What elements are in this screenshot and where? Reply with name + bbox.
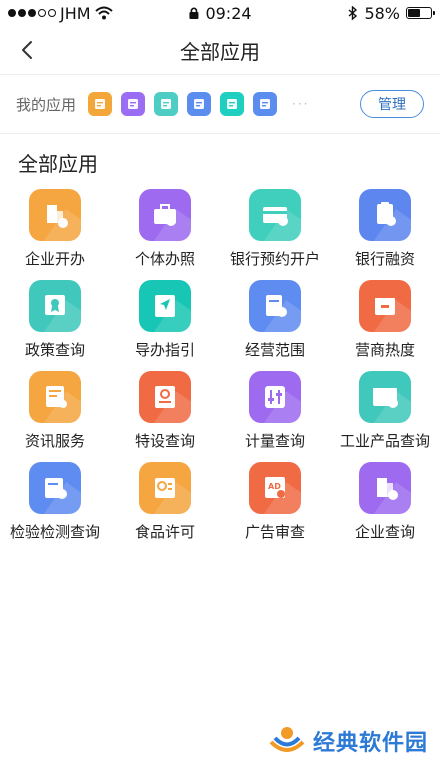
app-item[interactable]: 资讯服务 — [0, 371, 110, 451]
app-item[interactable]: 经营范围 — [220, 280, 330, 360]
my-apps-icon-row: ··· — [88, 92, 360, 116]
app-item[interactable]: 银行融资 — [330, 189, 440, 269]
more-indicator: ··· — [292, 97, 310, 111]
signal-dots-icon — [8, 9, 56, 17]
industrial-icon — [359, 371, 411, 423]
battery-percent: 58% — [364, 3, 400, 23]
watermark-logo-icon — [269, 727, 305, 752]
app-label: 营商热度 — [354, 341, 415, 359]
lock-icon — [189, 7, 199, 19]
status-right: 58% — [348, 3, 435, 23]
certificate-icon — [29, 280, 81, 332]
doc-mini-icon[interactable] — [187, 92, 212, 116]
status-bar: JHM 09:24 58% — [0, 0, 440, 26]
my-apps-bar: 我的应用 ··· 管理 — [0, 74, 440, 134]
app-label: 特设查询 — [134, 432, 195, 450]
carrier-name: JHM — [60, 3, 91, 23]
card-mini-icon[interactable] — [154, 92, 179, 116]
app-label: 工业产品查询 — [339, 432, 430, 450]
inspection-icon — [29, 462, 81, 514]
bank-card-icon — [249, 189, 301, 241]
measure-icon — [249, 371, 301, 423]
app-item[interactable]: 计量查询 — [220, 371, 330, 451]
wifi-icon — [94, 6, 113, 20]
battery-icon — [406, 7, 435, 19]
search-doc-icon — [249, 280, 301, 332]
app-item[interactable]: 检验检测查询 — [0, 462, 110, 542]
my-apps-label: 我的应用 — [16, 95, 77, 114]
app-label: 企业查询 — [354, 523, 415, 541]
back-button[interactable] — [14, 37, 40, 63]
bluetooth-icon — [348, 5, 358, 21]
app-label: 检验检测查询 — [9, 523, 100, 541]
book-mini-icon[interactable] — [220, 92, 245, 116]
app-label: 资讯服务 — [24, 432, 85, 450]
briefcase-icon — [139, 189, 191, 241]
food-icon — [139, 462, 191, 514]
app-grid: 企业开办 个体办照 银行预约开户 银行融资政策查询 导办指引 经营范围 营商热度资讯服务 特设… — [0, 189, 440, 542]
watermark: 经典软件园 — [267, 724, 428, 758]
app-item[interactable]: 企业查询 — [330, 462, 440, 542]
status-center: 09:24 — [188, 3, 252, 23]
clock-time: 09:24 — [205, 3, 252, 23]
building-icon — [29, 189, 81, 241]
watermark-text: 经典软件园 — [312, 731, 428, 756]
yen-doc-icon — [359, 189, 411, 241]
special-search-icon — [139, 371, 191, 423]
company-search-icon — [359, 462, 411, 514]
app-label: 导办指引 — [134, 341, 195, 359]
svg-text:AD: AD — [268, 482, 281, 491]
app-item[interactable]: 政策查询 — [0, 280, 110, 360]
app-label: 银行融资 — [354, 250, 415, 268]
shop-icon — [359, 280, 411, 332]
app-item[interactable]: 工业产品查询 — [330, 371, 440, 451]
status-left: JHM — [8, 4, 113, 23]
app-label: 计量查询 — [244, 432, 305, 450]
manage-button[interactable]: 管理 — [360, 90, 424, 118]
app-label: 广告审查 — [244, 523, 305, 541]
app-label: 个体办照 — [134, 250, 195, 268]
news-icon — [29, 371, 81, 423]
chevron-left-icon — [22, 41, 32, 59]
app-item[interactable]: 特设查询 — [110, 371, 220, 451]
app-item[interactable]: 企业开办 — [0, 189, 110, 269]
app-item[interactable]: AD 广告审查 — [220, 462, 330, 542]
app-item[interactable]: 营商热度 — [330, 280, 440, 360]
enterprise-mini-icon[interactable] — [88, 92, 113, 116]
app-label: 经营范围 — [244, 341, 305, 359]
check-doc-mini-icon[interactable] — [253, 92, 278, 116]
app-item[interactable]: 食品许可 — [110, 462, 220, 542]
app-item[interactable]: 个体办照 — [110, 189, 220, 269]
wallet-mini-icon[interactable] — [121, 92, 146, 116]
ad-icon: AD — [249, 462, 301, 514]
app-item[interactable]: 导办指引 — [110, 280, 220, 360]
app-item[interactable]: 银行预约开户 — [220, 189, 330, 269]
section-title: 全部应用 — [18, 152, 98, 176]
send-book-icon — [139, 280, 191, 332]
app-label: 政策查询 — [24, 341, 85, 359]
app-label: 银行预约开户 — [229, 250, 320, 268]
nav-bar: 全部应用 — [0, 26, 440, 74]
app-label: 食品许可 — [134, 523, 195, 541]
app-label: 企业开办 — [24, 250, 85, 268]
page-title: 全部应用 — [180, 39, 260, 64]
